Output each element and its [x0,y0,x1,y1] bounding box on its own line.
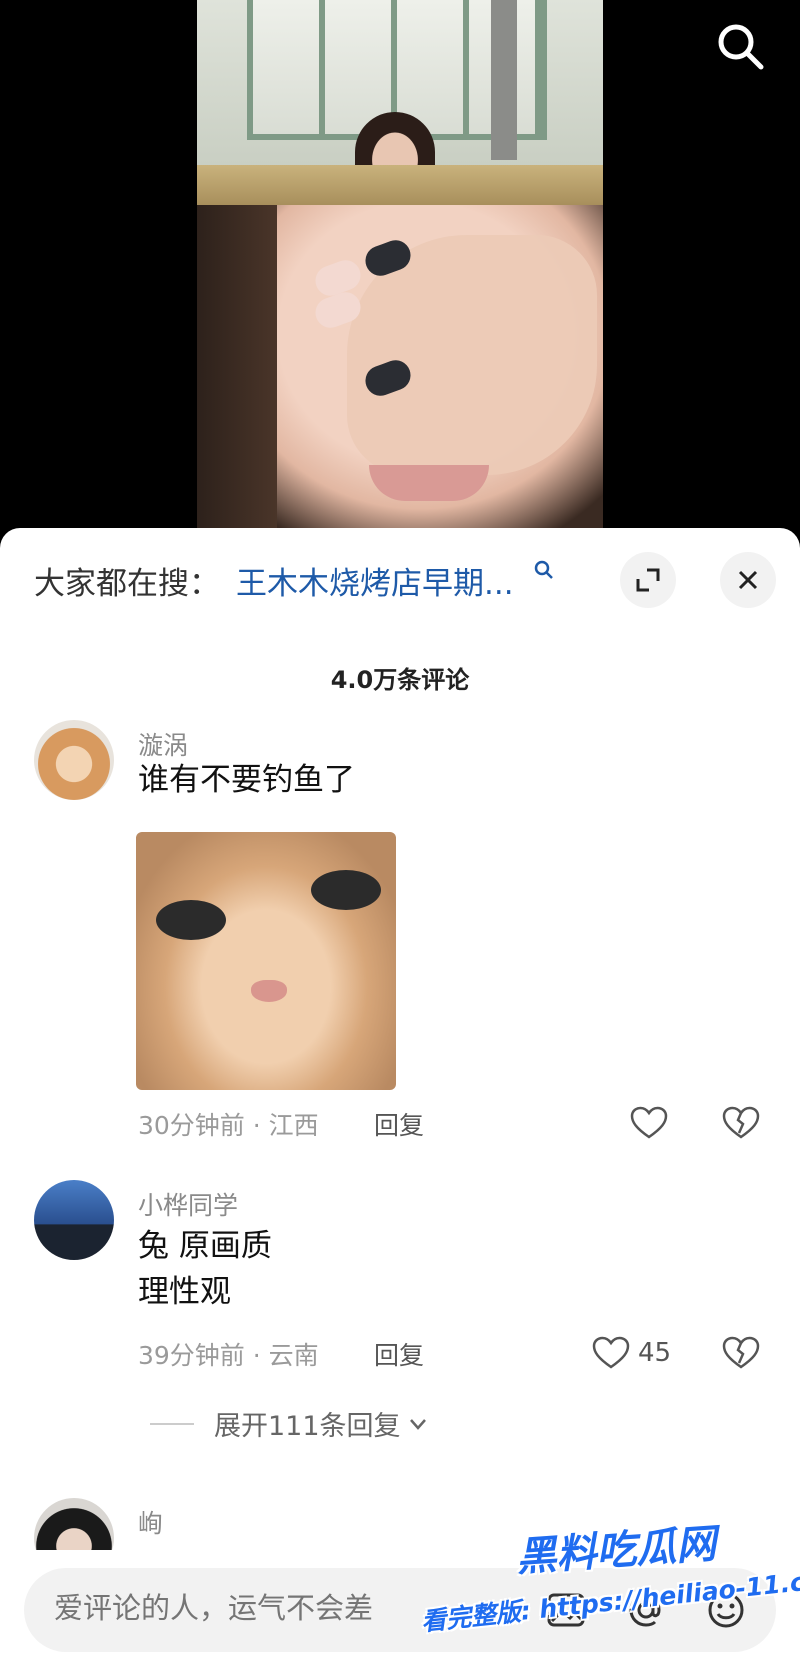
heart-icon[interactable] [592,1336,630,1370]
avatar[interactable] [34,720,114,800]
comment-meta: 30分钟前 · 江西 [138,1111,319,1140]
like-count: 45 [638,1338,672,1368]
video-frame [197,0,603,540]
sheet-header: 大家都在搜： 王木木烧烤店早期... [0,528,800,628]
cat-eye [156,900,226,940]
cat-nose [251,980,287,1002]
comment-image[interactable] [136,832,396,1090]
comment-username[interactable]: 小桦同学 [138,1186,238,1222]
video-player[interactable] [0,0,800,540]
close-button[interactable] [720,552,776,608]
comment-item: 漩涡 谁有不要钓鱼了 30分钟前 · 江西 回复 [0,718,800,1140]
comment-sheet: 大家都在搜： 王木木烧烤店早期... 4.0万条评论 漩涡 谁有不要钓鱼了 30… [0,528,800,1673]
chevron-down-icon [409,1418,426,1430]
reply-button[interactable]: 回复 [374,1336,424,1372]
cat-eye [311,870,381,910]
comment-text: 谁有不要钓鱼了 [138,762,355,798]
broken-heart-icon[interactable] [722,1336,760,1370]
trending-prefix: 大家都在搜： [34,566,220,602]
search-icon [534,560,553,579]
comment-meta: 39分钟前 · 云南 [138,1341,319,1370]
comment-username[interactable]: 漩涡 [138,726,188,762]
close-icon [738,570,758,590]
top-camera-feed [197,0,603,172]
comment-text: 理性观 [138,1274,231,1310]
expand-button[interactable] [620,552,676,608]
comment-item: 小桦同学 兔 原画质 理性观 39分钟前 · 云南 回复 45 展开111条回复 [0,1178,800,1518]
comment-text: 兔 原画质 [138,1228,272,1264]
comment-input[interactable] [52,1590,476,1626]
expand-icon [636,568,660,592]
search-icon [718,24,764,70]
trending-search-link[interactable]: 王木木烧烤店早期... [236,558,514,603]
hat [197,165,603,205]
face-camera-feed [197,165,603,540]
heart-icon[interactable] [630,1106,668,1140]
search-button[interactable] [710,16,770,76]
comment-count: 4.0万条评论 [330,666,470,694]
broken-heart-icon[interactable] [722,1106,760,1140]
pipe-background [491,0,517,160]
reply-button[interactable]: 回复 [374,1106,424,1142]
expand-replies-label: 展开111条回复 [214,1411,401,1442]
lips [369,465,489,501]
avatar[interactable] [34,1180,114,1260]
comment-username[interactable]: 峋 [138,1504,163,1540]
hair [197,165,277,540]
expand-replies-button[interactable]: 展开111条回复 [150,1404,429,1443]
divider [150,1422,194,1425]
